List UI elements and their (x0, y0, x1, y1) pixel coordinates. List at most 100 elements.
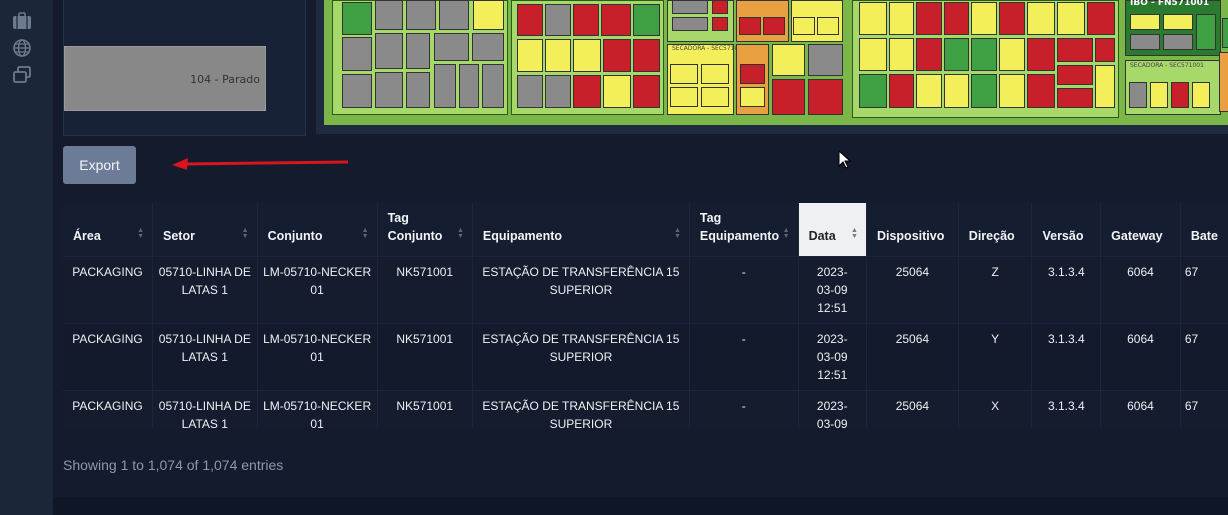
treemap-cell[interactable] (817, 17, 839, 35)
column-header-bateria[interactable]: Bate (1180, 203, 1228, 256)
treemap-cell[interactable] (633, 4, 660, 36)
treemap-cell[interactable] (944, 74, 969, 108)
sort-icon[interactable]: ▲ ▼ (851, 227, 858, 240)
treemap-cell[interactable] (999, 2, 1025, 35)
treemap-cell[interactable] (473, 0, 504, 30)
treemap-cell[interactable] (406, 33, 430, 69)
treemap-cell[interactable] (701, 87, 729, 107)
globe-icon[interactable] (12, 39, 32, 57)
treemap-cell[interactable] (1163, 34, 1193, 50)
column-header-setor[interactable]: Setor ▲ ▼ (152, 203, 258, 256)
treemap-cell[interactable] (1171, 82, 1189, 108)
treemap-cell[interactable] (1129, 82, 1147, 108)
column-header-area[interactable]: Área ▲ ▼ (63, 203, 153, 256)
treemap-cell[interactable] (406, 72, 430, 108)
treemap-cell[interactable] (859, 74, 887, 108)
treemap-cell[interactable] (701, 64, 729, 84)
treemap-cell[interactable] (439, 0, 469, 30)
column-header-direcao[interactable]: Direção (958, 203, 1033, 256)
treemap-cell[interactable] (740, 64, 765, 84)
treemap-cell[interactable] (1027, 2, 1055, 35)
treemap-cell[interactable] (517, 4, 543, 36)
treemap-cell[interactable] (859, 38, 887, 71)
treemap-cell[interactable] (342, 74, 372, 108)
treemap-cell[interactable] (1192, 82, 1210, 108)
treemap-cell[interactable] (712, 17, 728, 31)
treemap-cell[interactable] (672, 17, 708, 31)
table-row[interactable]: PACKAGING 05710-LINHA DE LATAS 1 LM-05710-… (63, 255, 1228, 323)
parado-block[interactable]: 104 - Parado (64, 46, 266, 111)
treemap-cell[interactable] (1130, 34, 1160, 50)
column-header-equipamento[interactable]: Equipamento ▲ ▼ (472, 203, 690, 256)
treemap-cell[interactable] (889, 2, 914, 35)
table-row[interactable]: PACKAGING 05710-LINHA DE LATAS 1 LM-05710-… (63, 322, 1228, 390)
treemap[interactable]: SECADORA - SEC571001 IBO - FN571001 SECA… (324, 0, 1228, 125)
treemap-cell[interactable] (573, 39, 601, 72)
treemap-cell[interactable] (375, 0, 403, 30)
column-header-tag-conjunto[interactable]: Tag Conjunto ▲ ▼ (377, 203, 473, 256)
treemap-cell[interactable] (375, 72, 403, 108)
treemap-cell[interactable] (999, 38, 1025, 71)
column-header-conjunto[interactable]: Conjunto ▲ ▼ (257, 203, 378, 256)
treemap-cell[interactable] (406, 0, 436, 30)
treemap-cell[interactable] (482, 64, 504, 108)
treemap-cell[interactable] (808, 44, 843, 76)
treemap-cell[interactable] (772, 44, 805, 76)
sort-icon[interactable]: ▲ ▼ (242, 227, 249, 240)
briefcase-icon[interactable] (12, 12, 32, 30)
column-header-gateway[interactable]: Gateway (1100, 203, 1181, 256)
treemap-cell[interactable] (739, 17, 761, 35)
treemap-cell[interactable] (517, 75, 543, 108)
treemap-cell[interactable] (1057, 65, 1093, 85)
treemap-cell[interactable] (1057, 88, 1093, 108)
treemap-cell[interactable] (545, 4, 571, 36)
treemap-cell[interactable] (916, 2, 942, 35)
treemap-cell[interactable] (859, 2, 887, 35)
treemap-cell[interactable] (670, 64, 698, 84)
treemap-cell[interactable] (342, 2, 372, 35)
treemap-cell[interactable] (971, 2, 997, 35)
sort-icon[interactable]: ▲ ▼ (674, 227, 681, 240)
treemap-cell[interactable] (1150, 82, 1168, 108)
treemap-cell[interactable] (517, 39, 543, 72)
treemap-cell[interactable] (772, 79, 805, 115)
treemap-cell[interactable] (1196, 14, 1216, 50)
treemap-cell[interactable] (712, 0, 728, 14)
treemap-cell[interactable] (971, 74, 997, 108)
treemap-cell[interactable] (944, 2, 969, 35)
treemap-cell[interactable] (545, 75, 571, 108)
treemap-cell[interactable] (1057, 38, 1093, 62)
treemap-cell[interactable] (916, 38, 942, 71)
treemap-cell[interactable] (342, 37, 372, 71)
treemap-cell[interactable] (434, 64, 456, 108)
treemap-cell[interactable] (1219, 52, 1228, 112)
treemap-cell[interactable] (603, 39, 631, 72)
treemap-cell[interactable] (633, 75, 660, 108)
treemap-cell[interactable] (1027, 38, 1055, 71)
treemap-cell[interactable] (1027, 74, 1055, 108)
treemap-cell[interactable] (672, 0, 708, 14)
export-button[interactable]: Export (63, 146, 136, 184)
treemap-cell[interactable] (971, 38, 997, 71)
treemap-cell[interactable] (763, 17, 785, 35)
treemap-cell[interactable] (603, 75, 631, 108)
treemap-cell[interactable] (889, 38, 914, 71)
treemap-cell[interactable] (999, 74, 1025, 108)
treemap-cell[interactable] (573, 4, 599, 36)
treemap-cell[interactable] (545, 39, 571, 72)
column-header-data[interactable]: Data ▲ ▼ (798, 203, 867, 256)
sort-icon[interactable]: ▲ ▼ (457, 227, 464, 240)
treemap-cell[interactable] (633, 39, 660, 72)
treemap-cell[interactable] (1222, 18, 1228, 48)
treemap-cell[interactable] (601, 4, 631, 36)
column-header-versao[interactable]: Versão (1031, 203, 1102, 256)
treemap-cell[interactable] (1163, 14, 1193, 30)
treemap-cell[interactable] (472, 33, 504, 61)
treemap-cell[interactable] (889, 74, 914, 108)
treemap-cell[interactable] (808, 79, 843, 115)
column-header-dispositivo[interactable]: Dispositivo (866, 203, 959, 256)
treemap-cell[interactable] (434, 33, 469, 61)
sort-icon[interactable]: ▲ ▼ (362, 227, 369, 240)
treemap-cell[interactable] (1130, 14, 1160, 30)
treemap-cell[interactable] (1057, 2, 1085, 35)
